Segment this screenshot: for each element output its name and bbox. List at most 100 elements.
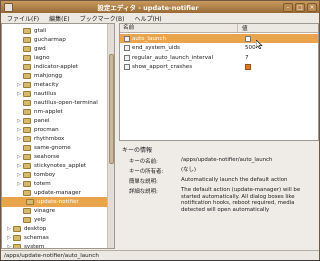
key-info-row: キーの所有者: (なし) (129, 167, 317, 175)
expander-arrow-icon[interactable]: ▷ (16, 127, 22, 133)
folder-icon (23, 109, 31, 115)
tree-item-label: iagno (34, 55, 50, 61)
tree-item[interactable]: ▷ system (6, 242, 45, 249)
expander-arrow-icon[interactable]: ▷ (16, 91, 22, 97)
tree-item-label: gwd (34, 46, 46, 52)
folder-icon (23, 163, 31, 169)
key-info-value: Automatically launch the default action (181, 177, 288, 183)
app-icon[interactable] (4, 2, 13, 12)
tree-item-label: same-gnome (34, 145, 71, 151)
folder-icon (23, 136, 31, 142)
key-row[interactable]: auto_launch (120, 34, 318, 43)
column-header-value[interactable]: 値 (238, 24, 248, 32)
folder-icon (23, 172, 31, 178)
folder-icon (23, 46, 31, 52)
key-info-row: 詳細な説明: The default action (update-manager… (129, 187, 317, 213)
tree-scrollbar-thumb[interactable] (109, 54, 114, 164)
title-bar: 設定エディタ - update-notifier – □ × (1, 1, 319, 13)
expander-arrow-icon[interactable]: ▷ (16, 154, 22, 160)
status-bar: /apps/update-notifier/auto_launch (1, 250, 319, 260)
folder-icon (23, 64, 31, 70)
value-checkbox[interactable] (245, 64, 251, 70)
key-info-value: (なし) (181, 167, 196, 173)
key-row[interactable]: show_apport_crashes (120, 63, 318, 72)
folder-icon (23, 118, 31, 124)
key-tree-panel[interactable]: gtali gucharmap gwd iagno indicator-applet ma… (1, 23, 115, 249)
folder-icon (23, 154, 31, 160)
folder-icon (23, 73, 31, 79)
mouse-cursor (256, 40, 263, 49)
key-info-row: 簡単な説明: Automatically launch the default a… (129, 177, 317, 185)
expander-arrow-icon[interactable]: ▷ (16, 172, 22, 178)
key-icon (124, 64, 130, 70)
key-name: regular_auto_launch_interval (132, 54, 213, 61)
tree-item-label: seahorse (34, 154, 60, 160)
gconf-editor-window: 設定エディタ - update-notifier – □ × ファイル(F) 編… (0, 0, 320, 260)
key-name: auto_launch (132, 35, 167, 42)
menu-help[interactable]: ヘルプ(H) (131, 14, 164, 23)
tree-item-label: nm-applet (34, 109, 63, 115)
tree-item-label: schemas (24, 235, 49, 241)
tree-item-label: nautilus-open-terminal (34, 100, 98, 106)
menu-file[interactable]: ファイル(F) (4, 14, 42, 23)
key-icon (124, 35, 130, 42)
folder-icon (23, 217, 31, 223)
minimize-button[interactable]: – (283, 2, 293, 12)
key-icon (124, 54, 130, 61)
key-name: show_apport_crashes (132, 64, 193, 70)
tree-item-label: gtali (34, 28, 47, 34)
expander-arrow-icon[interactable]: ▷ (6, 235, 12, 241)
key-info-value: /apps/update-notifier/auto_launch (181, 157, 273, 163)
expander-arrow-icon[interactable]: ▷ (6, 244, 12, 248)
tree-item-label: tomboy (34, 172, 56, 178)
expander-arrow-icon[interactable]: ▷ (16, 163, 22, 169)
key-row[interactable]: regular_auto_launch_interval 7 (120, 53, 318, 62)
folder-icon (23, 55, 31, 61)
key-info-label: 詳細な説明: (129, 189, 158, 195)
key-info-label: キーの名前: (129, 159, 158, 165)
key-info-value: The default action (update-manager) will… (181, 187, 301, 213)
menu-bar: ファイル(F) 編集(E) ブックマーク(B) ヘルプ(H) (1, 13, 319, 23)
close-button[interactable]: × (307, 2, 317, 12)
tree-item-label: system (24, 244, 45, 249)
tree-scrollbar[interactable] (107, 24, 114, 248)
tree-item-label: indicator-applet (34, 64, 79, 70)
tree-item-label: update-manager (34, 190, 81, 196)
key-value[interactable]: 500 (241, 45, 256, 51)
folder-icon (23, 82, 31, 88)
tree-item-label: rhythmbox (34, 136, 65, 142)
tree-item-label: totem (34, 181, 51, 187)
expander-arrow-icon[interactable]: ▷ (16, 136, 22, 142)
folder-icon (23, 145, 31, 151)
key-row[interactable]: end_system_uids 500 (120, 44, 318, 53)
folder-icon (23, 100, 31, 106)
folder-icon (23, 28, 31, 34)
key-list-panel: 名前 値 auto_launch end_system_uids 500 regula… (119, 23, 319, 141)
tree-item-label: stickynotes_applet (34, 163, 87, 169)
tree-item-label: vinagre (34, 208, 56, 214)
key-value[interactable]: 7 (241, 55, 249, 61)
folder-icon (23, 37, 31, 43)
key-name: end_system_uids (132, 45, 180, 51)
expander-arrow-icon[interactable]: ▷ (16, 118, 22, 124)
key-info-row: キーの名前: /apps/update-notifier/auto_launch (129, 157, 317, 165)
key-info-label: キーの所有者: (129, 169, 164, 175)
expander-arrow-icon[interactable]: ▷ (16, 181, 22, 187)
key-info-panel: キーの情報 キーの名前: /apps/update-notifier/auto_l… (119, 143, 319, 249)
value-checkbox[interactable] (245, 35, 251, 42)
tree-item-label: desktop (24, 226, 47, 232)
expander-arrow-icon[interactable]: ▷ (16, 82, 22, 88)
tree-item-label: metacity (34, 82, 59, 88)
expander-arrow-icon[interactable]: ▷ (6, 226, 12, 232)
column-header-name[interactable]: 名前 (120, 23, 238, 33)
folder-icon (13, 226, 21, 232)
tree-item-label: procman (34, 127, 59, 133)
menu-edit[interactable]: 編集(E) (46, 14, 72, 23)
menu-bookmarks[interactable]: ブックマーク(B) (77, 14, 128, 23)
key-info-title: キーの情報 (122, 147, 153, 154)
folder-icon (23, 91, 31, 97)
maximize-button[interactable]: □ (295, 2, 305, 12)
key-info-label: 簡単な説明: (129, 179, 158, 185)
folder-icon (23, 190, 31, 196)
tree-item-label: gucharmap (34, 37, 66, 43)
